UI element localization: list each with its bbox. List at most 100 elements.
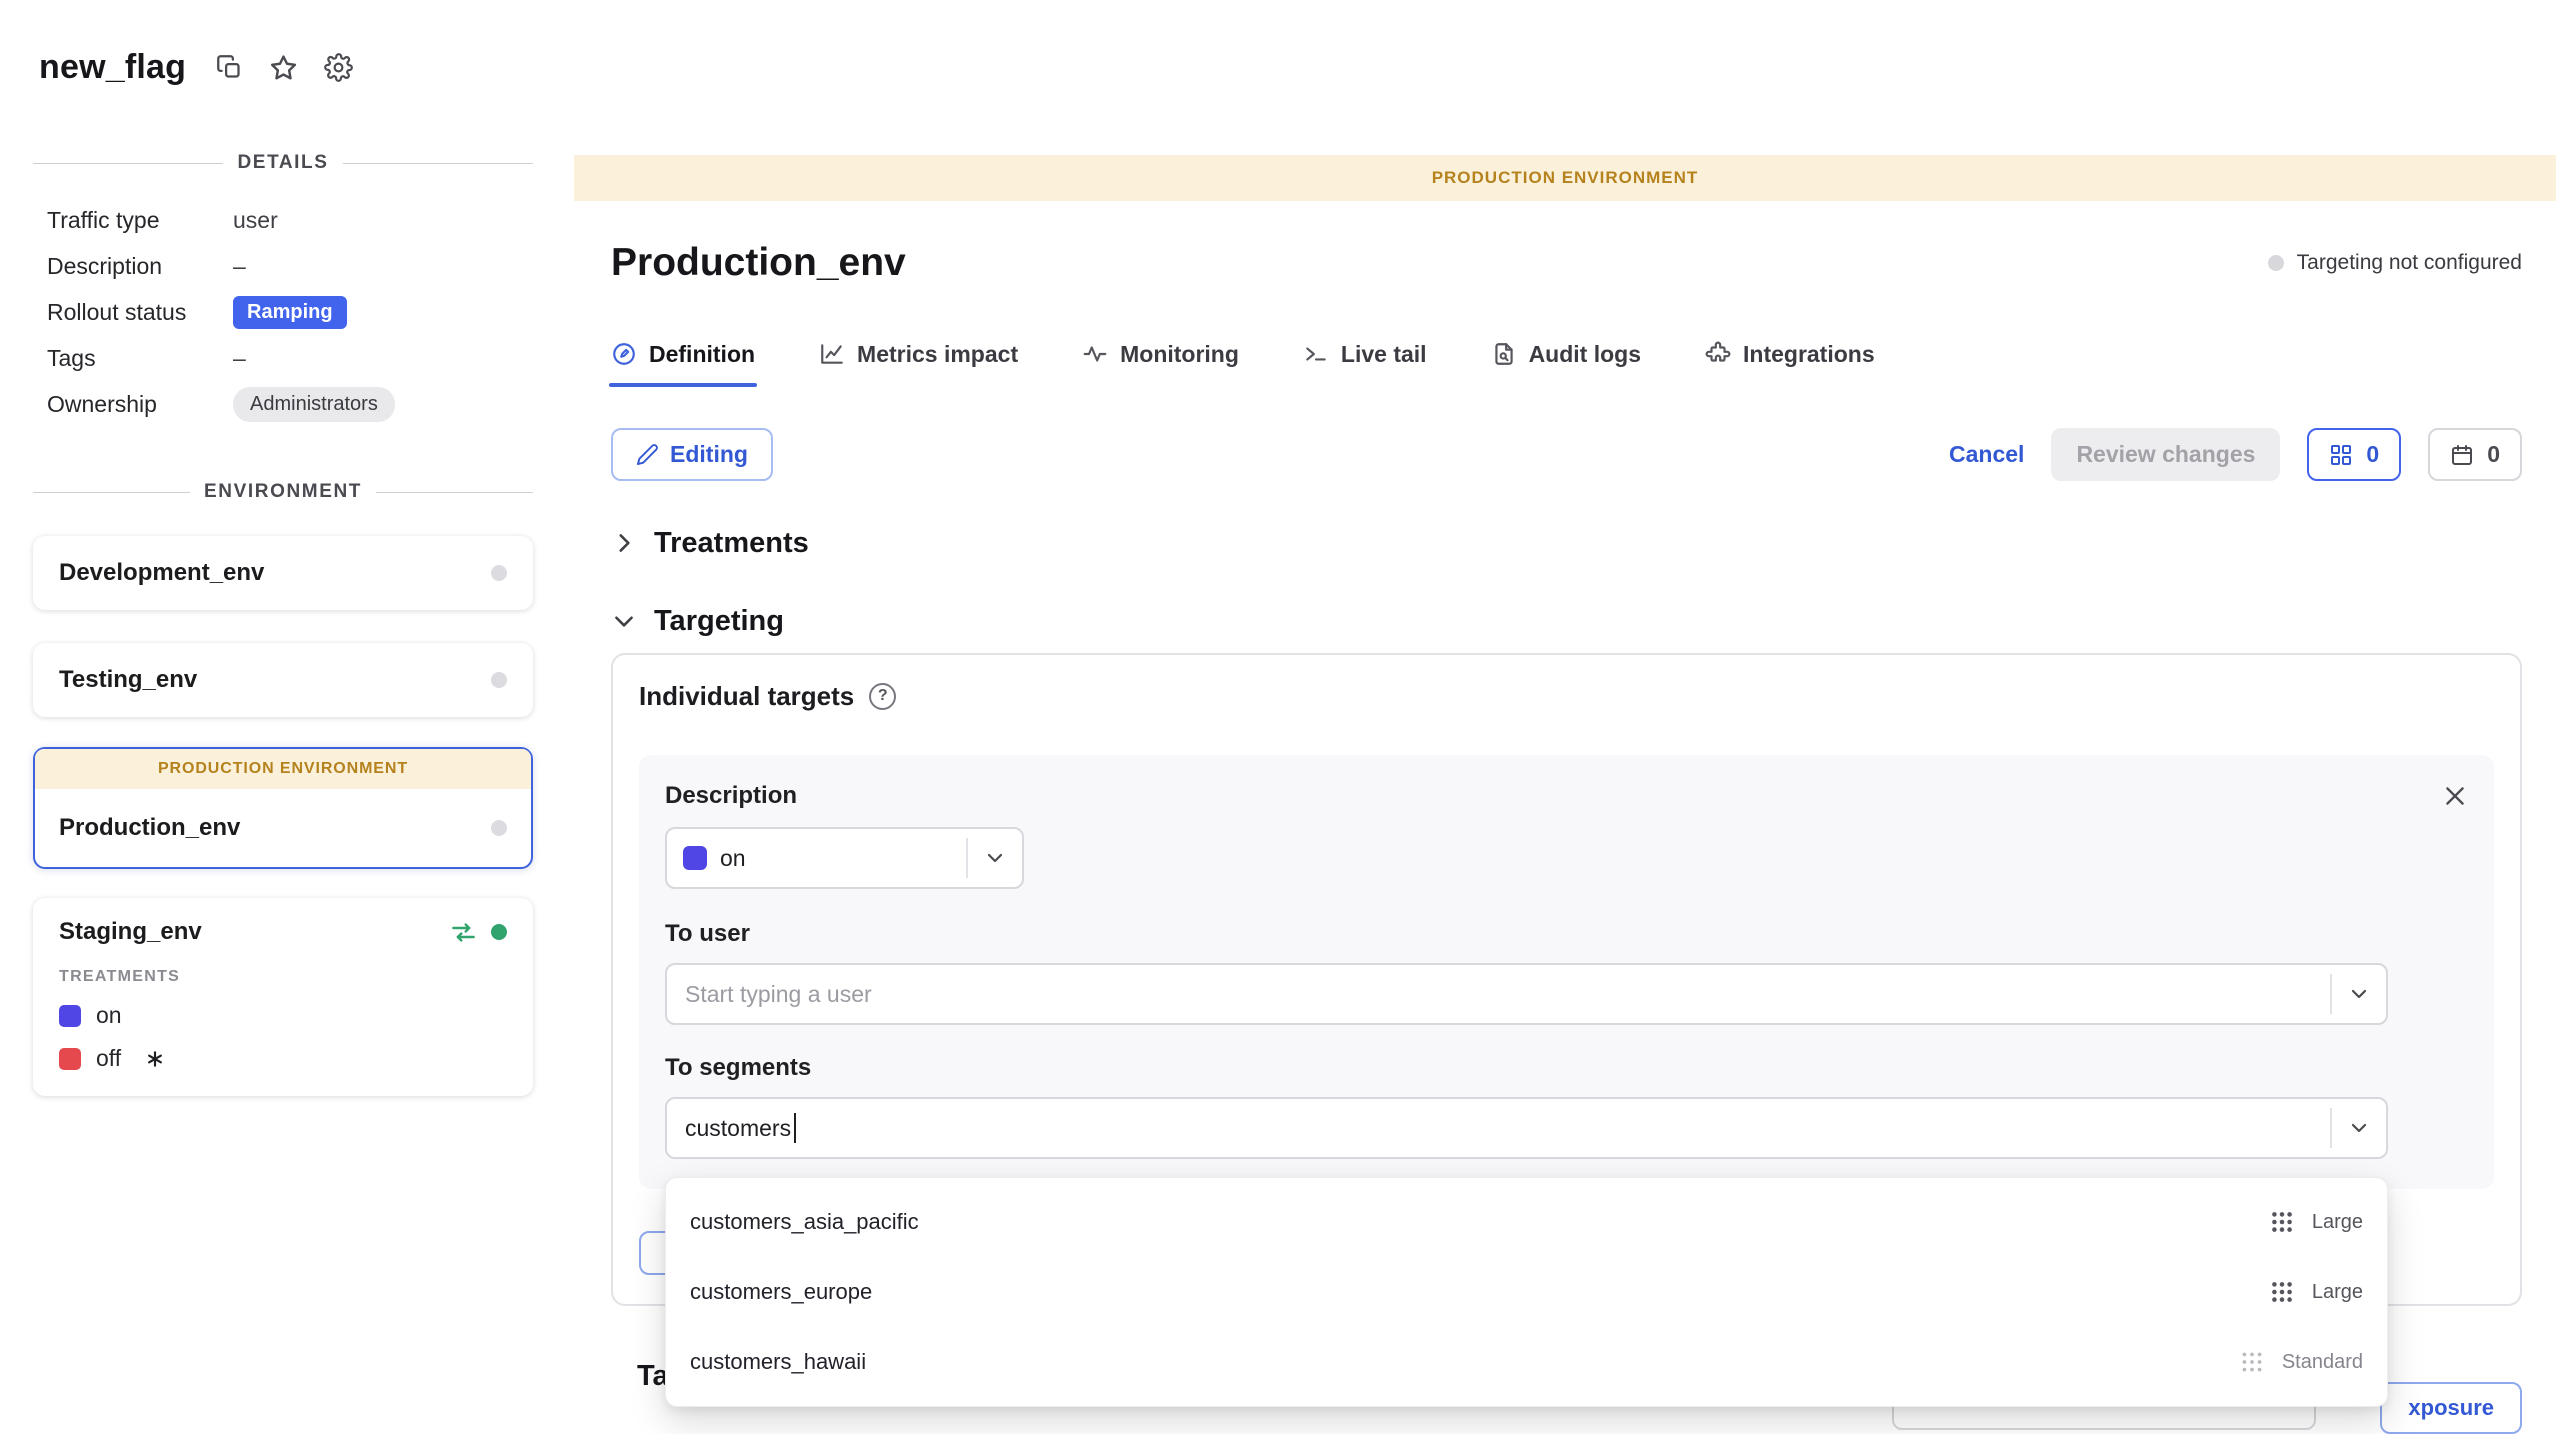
to-segments-input[interactable]: customers customers_asia_pacific Large: [665, 1097, 2388, 1159]
treatment-select-value: on: [720, 845, 746, 872]
detail-label: Ownership: [47, 391, 233, 418]
detail-label: Description: [47, 253, 233, 280]
gear-icon: [324, 53, 353, 82]
partial-section-heading: Ta: [637, 1356, 669, 1396]
actions-row: Editing Cancel Review changes 0 0: [611, 428, 2522, 481]
page-title: Production_env: [611, 239, 906, 287]
treatment-off-swatch: [59, 1048, 81, 1070]
env-status-dot: [491, 565, 507, 581]
tab-label: Integrations: [1743, 341, 1875, 368]
detail-value: –: [233, 253, 246, 280]
tab-label: Live tail: [1341, 341, 1427, 368]
live-tail-icon: [1303, 341, 1329, 367]
targeting-section-title: Targeting: [654, 599, 784, 643]
input-chevron[interactable]: [2330, 974, 2386, 1014]
review-changes-button[interactable]: Review changes: [2051, 428, 2280, 481]
monitoring-icon: [1082, 341, 1108, 367]
default-treatment-asterisk-icon: [145, 1049, 165, 1069]
title-row: Production_env Targeting not configured: [611, 239, 2522, 287]
treatment-name: off: [96, 1045, 121, 1072]
flag-header: new_flag: [0, 0, 379, 134]
segment-name: customers_europe: [690, 1279, 872, 1305]
tab-metrics-impact[interactable]: Metrics impact: [819, 337, 1018, 371]
help-icon[interactable]: ?: [869, 683, 896, 710]
targeting-section-toggle[interactable]: Targeting: [611, 599, 2522, 643]
tab-definition[interactable]: Definition: [611, 337, 755, 371]
env-name: Staging_env: [59, 918, 202, 946]
details-heading-label: DETAILS: [237, 152, 328, 174]
tab-live-tail[interactable]: Live tail: [1303, 337, 1427, 371]
text-caret: [794, 1113, 796, 1143]
treatment-on-swatch: [683, 846, 707, 870]
env-name: Development_env: [59, 559, 264, 587]
chevron-down-icon: [611, 608, 637, 634]
detail-row-rollout-status: Rollout status Ramping: [33, 295, 533, 329]
partial-exposure-button[interactable]: xposure: [2380, 1382, 2522, 1434]
detail-label: Tags: [47, 345, 233, 372]
treatment-on-swatch: [59, 1005, 81, 1027]
layout-count-button[interactable]: 0: [2307, 428, 2401, 481]
tab-audit-logs[interactable]: Audit logs: [1491, 337, 1641, 371]
treatment-select[interactable]: on: [665, 827, 1024, 889]
layout-count: 0: [2366, 441, 2379, 468]
grid-icon: [2329, 443, 2353, 467]
segment-meta: Large: [2269, 1209, 2363, 1235]
env-status-dot: [491, 672, 507, 688]
schedule-count-button[interactable]: 0: [2428, 428, 2522, 481]
env-card-staging[interactable]: Staging_env TREATMENTS on off: [33, 898, 533, 1096]
input-chevron[interactable]: [2330, 1108, 2386, 1148]
audit-logs-icon: [1491, 341, 1517, 367]
staging-card-row: Staging_env: [59, 918, 507, 946]
tab-label: Audit logs: [1529, 341, 1641, 368]
individual-target-card: Description on To user Start typing a us…: [639, 755, 2494, 1189]
segment-meta: Standard: [2239, 1349, 2363, 1375]
remove-target-button[interactable]: [2442, 783, 2468, 809]
ownership-pill: Administrators: [233, 387, 395, 422]
rollout-status-badge: Ramping: [233, 296, 347, 329]
main-content: Production_env Targeting not configured …: [574, 239, 2556, 1434]
production-card-banner: PRODUCTION ENVIRONMENT: [35, 749, 531, 789]
env-name: Testing_env: [59, 666, 197, 694]
main-panel: PRODUCTION ENVIRONMENT Production_env Ta…: [574, 155, 2556, 1434]
segment-option-hawaii[interactable]: customers_hawaii Standard: [666, 1327, 2387, 1397]
details-list: Traffic type user Description – Rollout …: [33, 203, 533, 422]
detail-label: Traffic type: [47, 207, 233, 234]
env-card-development[interactable]: Development_env: [33, 536, 533, 610]
segment-size: Standard: [2282, 1351, 2363, 1374]
copy-flag-button[interactable]: [216, 54, 243, 81]
pencil-icon: [636, 443, 659, 466]
segment-option-asia-pacific[interactable]: customers_asia_pacific Large: [666, 1187, 2387, 1257]
treatment-row-on: on: [59, 1002, 507, 1029]
detail-row-description: Description –: [33, 249, 533, 283]
calendar-icon: [2450, 443, 2474, 467]
segment-name: customers_hawaii: [690, 1349, 866, 1375]
chevron-down-icon: [2347, 1116, 2371, 1140]
flag-settings-button[interactable]: [324, 53, 353, 82]
star-icon: [269, 53, 298, 82]
close-icon: [2442, 783, 2468, 809]
segment-grid-icon: [2269, 1279, 2295, 1305]
environment-heading-label: ENVIRONMENT: [204, 481, 362, 503]
actions-right: Cancel Review changes 0 0: [1949, 428, 2522, 481]
env-name: Production_env: [59, 814, 240, 842]
individual-targets-panel: Individual targets ? Description on: [611, 653, 2522, 1306]
staging-icons: [450, 919, 507, 946]
definition-icon: [611, 341, 637, 367]
treatment-row-off: off: [59, 1045, 507, 1072]
star-flag-button[interactable]: [269, 53, 298, 82]
sync-arrows-icon: [450, 919, 477, 946]
tab-label: Monitoring: [1120, 341, 1239, 368]
tab-integrations[interactable]: Integrations: [1705, 337, 1875, 371]
cancel-button[interactable]: Cancel: [1949, 441, 2024, 468]
env-card-production[interactable]: PRODUCTION ENVIRONMENT Production_env: [33, 747, 533, 869]
to-user-placeholder: Start typing a user: [685, 981, 872, 1008]
env-card-testing[interactable]: Testing_env: [33, 643, 533, 717]
segment-option-europe[interactable]: customers_europe Large: [666, 1257, 2387, 1327]
tab-monitoring[interactable]: Monitoring: [1082, 337, 1239, 371]
detail-row-traffic-type: Traffic type user: [33, 203, 533, 237]
segment-grid-icon: [2269, 1209, 2295, 1235]
segment-size: Large: [2312, 1211, 2363, 1234]
treatments-section-toggle[interactable]: Treatments: [611, 521, 2522, 565]
editing-button[interactable]: Editing: [611, 428, 773, 481]
to-user-input[interactable]: Start typing a user: [665, 963, 2388, 1025]
